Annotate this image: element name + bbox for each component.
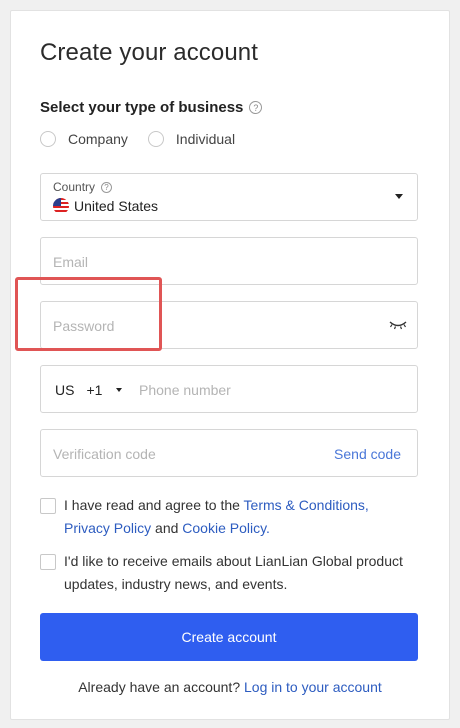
send-code-button[interactable]: Send code [334,446,401,462]
marketing-text: I'd like to receive emails about LianLia… [64,553,403,592]
cookie-link[interactable]: Cookie Policy. [182,520,270,536]
country-value-text: United States [74,198,159,214]
radio-label: Company [68,131,128,147]
chevron-down-icon [395,194,403,199]
login-link[interactable]: Log in to your account [244,679,382,695]
login-prompt-text: Already have an account? [78,679,244,695]
phone-placeholder: Phone number [139,382,231,398]
country-caption-text: Country [53,180,96,194]
eye-closed-icon[interactable] [389,319,407,331]
country-code: US [55,382,75,398]
email-placeholder: Email [53,254,89,270]
marketing-consent: I'd like to receive emails about LianLia… [40,550,418,596]
radio-label: Individual [175,131,236,147]
business-type-options: Company Individual [40,131,255,147]
help-icon[interactable]: ? [249,101,263,114]
login-prompt: Already have an account? Log in to your … [11,679,449,695]
country-value: United States [53,198,158,214]
dial-code: +1 [86,382,103,398]
country-select[interactable]: Country ? United States [40,173,418,221]
business-type-label: Select your type of business ? [40,99,263,116]
terms-prefix: I have read and agree to the [64,497,244,513]
phone-field[interactable]: US +1 Phone number [40,365,418,413]
terms-and: and [151,520,183,536]
country-code-select[interactable]: US +1 [55,382,123,398]
verification-code-field[interactable]: Verification code Send code [40,429,418,477]
page-title: Create your account [40,39,259,66]
privacy-link[interactable]: Privacy Policy [64,520,151,536]
radio-company[interactable]: Company [40,131,128,147]
create-account-button[interactable]: Create account [40,613,418,661]
signup-card: Create your account Select your type of … [10,10,450,720]
verification-placeholder: Verification code [53,446,156,462]
highlight-annotation [15,277,162,351]
terms-agreement: I have read and agree to the Terms & Con… [40,494,418,540]
radio-individual[interactable]: Individual [147,131,236,147]
business-type-label-text: Select your type of business [40,99,244,116]
terms-checkbox[interactable] [40,498,56,514]
chevron-down-icon [116,388,123,392]
us-flag-icon [53,198,69,214]
radio-button[interactable] [147,131,164,147]
marketing-checkbox[interactable] [40,554,56,570]
terms-link[interactable]: Terms & Conditions, [244,497,369,513]
country-caption: Country ? [53,180,113,194]
radio-button[interactable] [40,131,56,147]
help-icon[interactable]: ? [101,181,113,193]
